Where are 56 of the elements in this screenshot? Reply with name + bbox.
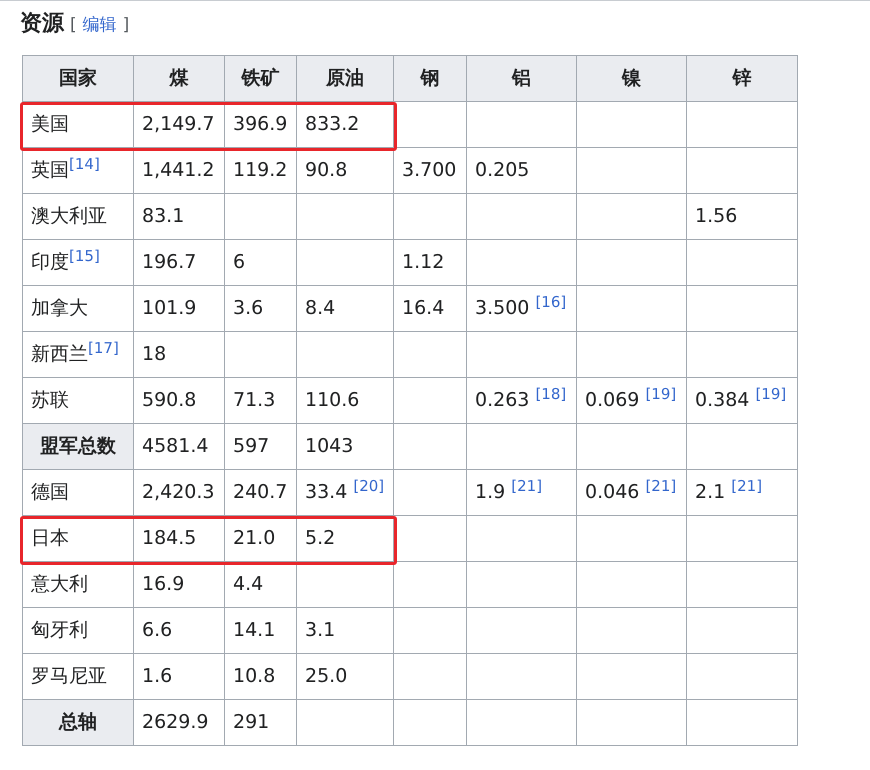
table-cell: 1.56 bbox=[686, 194, 798, 240]
row-header: 总轴 bbox=[22, 700, 134, 746]
table-cell: 3.700 bbox=[394, 148, 466, 194]
table-cell: 1.9 $^{[21]}$ bbox=[466, 470, 576, 516]
row-header: 盟军总数 bbox=[22, 424, 134, 470]
table-cell: 1043 bbox=[296, 424, 394, 470]
table-cell: 新西兰$^{[17]}$ bbox=[22, 332, 134, 378]
table-cell: 4581.4 bbox=[134, 424, 224, 470]
table-cell: 3.6 bbox=[224, 286, 296, 332]
column-header: 镍 bbox=[576, 56, 686, 102]
table-cell: 澳大利亚 bbox=[22, 194, 134, 240]
table-cell: 1.6 bbox=[134, 654, 224, 700]
table-cell: 2,420.3 bbox=[134, 470, 224, 516]
table-cell: 1.12 bbox=[394, 240, 466, 286]
table-cell: 33.4 $^{[20]}$ bbox=[296, 470, 394, 516]
table-cell: 0.384 $^{[19]}$ bbox=[686, 378, 798, 424]
column-header: 铁矿 bbox=[224, 56, 296, 102]
table-cell: 0.205 bbox=[466, 148, 576, 194]
table-cell: 0.263 $^{[18]}$ bbox=[466, 378, 576, 424]
section-title: 资源 bbox=[20, 10, 64, 38]
table-cell: 83.1 bbox=[134, 194, 224, 240]
table-cell: 240.7 bbox=[224, 470, 296, 516]
table-cell: 25.0 bbox=[296, 654, 394, 700]
table-cell: 3.1 bbox=[296, 608, 394, 654]
table-cell: 德国 bbox=[22, 470, 134, 516]
table-cell: 0.046 $^{[21]}$ bbox=[576, 470, 686, 516]
table-cell: 14.1 bbox=[224, 608, 296, 654]
table-cell: 0.069 $^{[19]}$ bbox=[576, 378, 686, 424]
table-cell: 2629.9 bbox=[134, 700, 224, 746]
table-cell: 10.8 bbox=[224, 654, 296, 700]
table-cell: 加拿大 bbox=[22, 286, 134, 332]
table-cell: 印度$^{[15]}$ bbox=[22, 240, 134, 286]
column-header: 原油 bbox=[296, 56, 394, 102]
table-cell: 18 bbox=[134, 332, 224, 378]
bracket: [ bbox=[70, 14, 77, 37]
table-cell: 16.4 bbox=[394, 286, 466, 332]
table-cell: 8.4 bbox=[296, 286, 394, 332]
table-cell: 101.9 bbox=[134, 286, 224, 332]
column-header: 煤 bbox=[134, 56, 224, 102]
table-cell: 2.1 $^{[21]}$ bbox=[686, 470, 798, 516]
column-header: 锌 bbox=[686, 56, 798, 102]
column-header: 铝 bbox=[466, 56, 576, 102]
table-cell: 590.8 bbox=[134, 378, 224, 424]
table-cell: 71.3 bbox=[224, 378, 296, 424]
column-header: 钢 bbox=[394, 56, 466, 102]
table-cell: 6.6 bbox=[134, 608, 224, 654]
table-cell: 110.6 bbox=[296, 378, 394, 424]
bracket: ] bbox=[122, 14, 130, 37]
table-cell: 291 bbox=[224, 700, 296, 746]
table-cell: 3.500 $^{[16]}$ bbox=[466, 286, 576, 332]
table-cell: 196.7 bbox=[134, 240, 224, 286]
table-cell: 597 bbox=[224, 424, 296, 470]
edit-link[interactable]: 编辑 bbox=[82, 13, 117, 38]
table-cell: 匈牙利 bbox=[22, 608, 134, 654]
column-header: 国家 bbox=[22, 56, 134, 102]
table-cell: 6 bbox=[224, 240, 296, 286]
